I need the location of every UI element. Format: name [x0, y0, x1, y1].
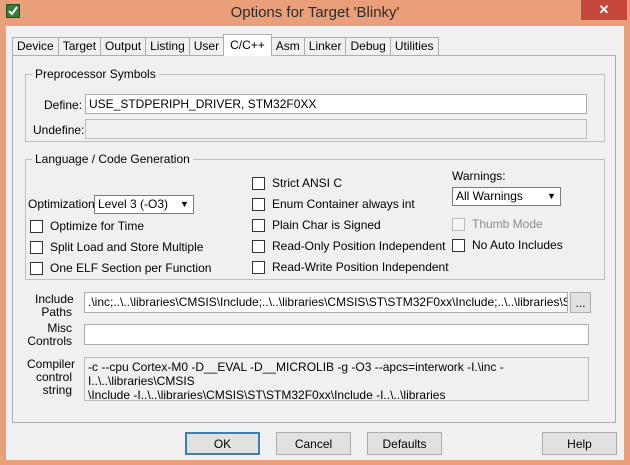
title-bar[interactable]: Options for Target 'Blinky' ✕	[0, 0, 630, 26]
checkbox-box	[30, 261, 43, 275]
preprocessor-symbols-legend: Preprocessor Symbols	[35, 67, 156, 81]
enum-container-label: Enum Container always int	[272, 197, 415, 211]
compiler-control-line-2: \Include -I..\..\libraries\CMSIS\ST\STM3…	[88, 388, 446, 401]
warnings-label: Warnings:	[452, 169, 506, 183]
misc-controls-field[interactable]	[84, 324, 589, 345]
split-load-store-label: Split Load and Store Multiple	[50, 240, 204, 254]
include-paths-label: Include Paths	[35, 293, 74, 319]
optimize-for-time-checkbox[interactable]: Optimize for Time	[30, 219, 144, 233]
close-button[interactable]: ✕	[581, 0, 627, 20]
misc-controls-label: Misc Controls	[23, 322, 72, 348]
checkbox-box	[252, 218, 265, 232]
compiler-control-string-field: -c --cpu Cortex-M0 -D__EVAL -D__MICROLIB…	[84, 357, 589, 401]
enum-container-checkbox[interactable]: Enum Container always int	[252, 197, 415, 211]
ro-position-independent-label: Read-Only Position Independent	[272, 239, 446, 253]
checkbox-box	[452, 217, 465, 231]
rw-position-independent-checkbox[interactable]: Read-Write Position Independent	[252, 260, 449, 274]
thumb-mode-label: Thumb Mode	[472, 217, 543, 231]
rw-position-independent-label: Read-Write Position Independent	[272, 260, 449, 274]
split-load-store-checkbox[interactable]: Split Load and Store Multiple	[30, 240, 203, 254]
plain-char-signed-checkbox[interactable]: Plain Char is Signed	[252, 218, 381, 232]
checkbox-box	[252, 239, 265, 253]
strict-ansi-c-checkbox[interactable]: Strict ANSI C	[252, 176, 342, 190]
checkbox-box	[30, 240, 43, 254]
no-auto-includes-checkbox[interactable]: No Auto Includes	[452, 238, 563, 252]
compiler-control-string-label: Compiler control string	[27, 358, 75, 397]
optimization-select[interactable]: Level 3 (-O3) ▼	[94, 195, 194, 214]
title-bar-buttons: ✕	[581, 0, 627, 20]
tab-strip: Device Target Output Listing User C/C++ …	[12, 34, 439, 56]
tab-asm[interactable]: Asm	[270, 37, 305, 56]
undefine-label: Undefine:	[33, 123, 85, 137]
optimize-for-time-label: Optimize for Time	[50, 219, 145, 233]
tab-debug[interactable]: Debug	[345, 37, 391, 56]
checkbox-box	[30, 219, 43, 233]
misc-label-line-2: Controls	[27, 334, 72, 348]
strict-ansi-c-label: Strict ANSI C	[272, 176, 343, 190]
tab-linker[interactable]: Linker	[303, 37, 347, 56]
include-label-line-2: Paths	[41, 305, 72, 319]
cancel-button[interactable]: Cancel	[276, 432, 351, 455]
help-button[interactable]: Help	[542, 432, 617, 455]
ro-position-independent-checkbox[interactable]: Read-Only Position Independent	[252, 239, 445, 253]
tab-user[interactable]: User	[188, 37, 225, 56]
tab-utilities[interactable]: Utilities	[389, 37, 439, 56]
tab-target[interactable]: Target	[57, 37, 102, 56]
optimization-select-value: Level 3 (-O3)	[98, 197, 169, 211]
plain-char-signed-label: Plain Char is Signed	[272, 218, 381, 232]
defaults-button[interactable]: Defaults	[367, 432, 442, 455]
tab-c-cpp[interactable]: C/C++	[223, 34, 272, 56]
one-elf-section-label: One ELF Section per Function	[50, 261, 212, 275]
checkbox-box	[252, 176, 265, 190]
define-field[interactable]: USE_STDPERIPH_DRIVER, STM32F0XX	[85, 94, 587, 114]
define-label: Define:	[44, 98, 83, 112]
no-auto-includes-label: No Auto Includes	[472, 238, 563, 252]
undefine-field[interactable]	[85, 119, 587, 139]
optimization-label: Optimization:	[28, 197, 99, 211]
compiler-label-line-3: string	[42, 383, 72, 397]
chevron-down-icon: ▼	[543, 189, 559, 204]
ok-button[interactable]: OK	[185, 432, 260, 455]
dialog-client: Device Target Output Listing User C/C++ …	[6, 26, 624, 460]
tab-output[interactable]: Output	[100, 37, 147, 56]
tab-device[interactable]: Device	[12, 37, 59, 56]
checkbox-box	[252, 197, 265, 211]
warnings-select-value: All Warnings	[456, 189, 523, 203]
close-icon: ✕	[598, 2, 610, 17]
tab-page-c-cpp: Preprocessor Symbols Define: USE_STDPERI…	[12, 55, 616, 423]
browse-include-paths-button[interactable]: ...	[570, 292, 591, 313]
compiler-control-line-1: -c --cpu Cortex-M0 -D__EVAL -D__MICROLIB…	[88, 360, 504, 388]
language-code-generation-legend: Language / Code Generation	[35, 152, 190, 166]
checkbox-box	[452, 238, 465, 252]
chevron-down-icon: ▼	[176, 197, 192, 212]
include-paths-field[interactable]: .\inc;..\..\libraries\CMSIS\Include;..\.…	[84, 292, 568, 313]
warnings-select[interactable]: All Warnings ▼	[452, 187, 561, 206]
tab-listing[interactable]: Listing	[145, 37, 190, 56]
one-elf-section-checkbox[interactable]: One ELF Section per Function	[30, 261, 211, 275]
checkbox-box	[252, 260, 265, 274]
window-title: Options for Target 'Blinky'	[230, 4, 400, 21]
thumb-mode-checkbox[interactable]: Thumb Mode	[452, 217, 543, 231]
